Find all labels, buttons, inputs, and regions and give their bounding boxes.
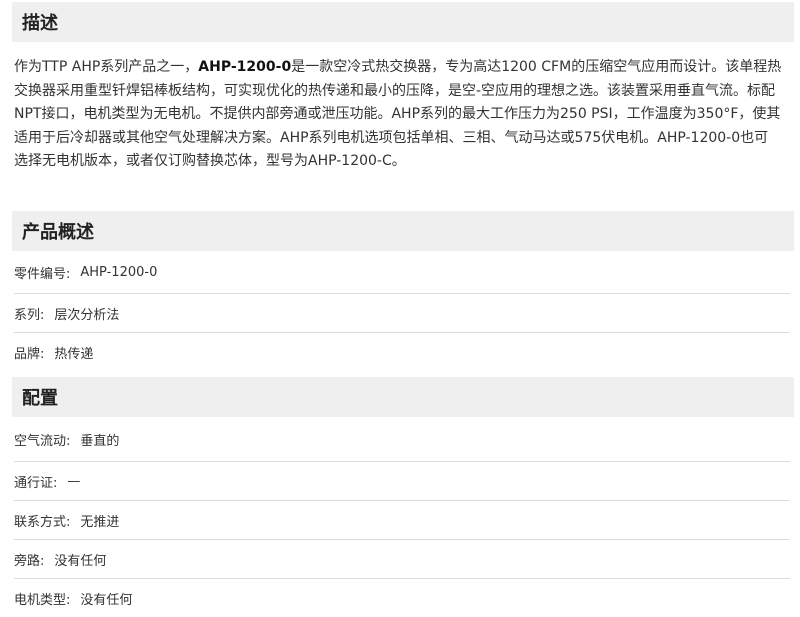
spec-value: — <box>67 473 81 489</box>
spec-value: 没有任何 <box>80 592 133 608</box>
spec-row-connection: 联系方式: 无推进 <box>14 501 790 540</box>
spec-row-airflow: 空气流动: 垂直的 <box>14 417 790 462</box>
spec-label: 联系方式: <box>14 514 71 530</box>
spec-label: 通行证: <box>14 475 58 491</box>
spec-label: 空气流动: <box>14 433 71 449</box>
config-section: 配置 空气流动: 垂直的 通行证: — 联系方式: 无推进 旁路: 没有任何 电… <box>0 377 800 617</box>
config-title: 配置 <box>22 388 58 409</box>
overview-title: 产品概述 <box>22 222 94 243</box>
spec-row-motor-type: 电机类型: 没有任何 <box>14 579 790 617</box>
spec-label: 系列: <box>14 307 45 323</box>
spec-row-part-number: 零件编号: AHP-1200-0 <box>14 251 790 294</box>
spec-value: 垂直的 <box>80 433 120 449</box>
spec-value: 没有任何 <box>54 553 107 569</box>
spec-row-passes: 通行证: — <box>14 462 790 501</box>
spec-row-bypass: 旁路: 没有任何 <box>14 540 790 579</box>
description-section: 描述 作为TTP AHP系列产品之一，AHP-1200-0是一款空冷式热交换器，… <box>0 0 800 192</box>
spec-label: 品牌: <box>14 346 45 362</box>
overview-header: 产品概述 <box>12 211 794 251</box>
overview-section: 产品概述 零件编号: AHP-1200-0 系列: 层次分析法 品牌: 热传递 <box>0 211 800 371</box>
spec-label: 零件编号: <box>14 266 71 282</box>
spec-row-series: 系列: 层次分析法 <box>14 294 790 333</box>
model-number-bold: AHP-1200-0 <box>198 59 292 75</box>
spec-label: 电机类型: <box>14 592 71 608</box>
spec-row-brand: 品牌: 热传递 <box>14 333 790 371</box>
spec-value: 层次分析法 <box>54 307 120 323</box>
description-title: 描述 <box>22 13 58 34</box>
description-text: 作为TTP AHP系列产品之一，AHP-1200-0是一款空冷式热交换器，专为高… <box>14 59 782 169</box>
spec-label: 旁路: <box>14 553 45 569</box>
description-header: 描述 <box>12 2 794 42</box>
spec-value: AHP-1200-0 <box>80 264 158 280</box>
spec-value: 无推进 <box>80 514 120 530</box>
spec-value: 热传递 <box>54 346 94 362</box>
config-header: 配置 <box>12 377 794 417</box>
